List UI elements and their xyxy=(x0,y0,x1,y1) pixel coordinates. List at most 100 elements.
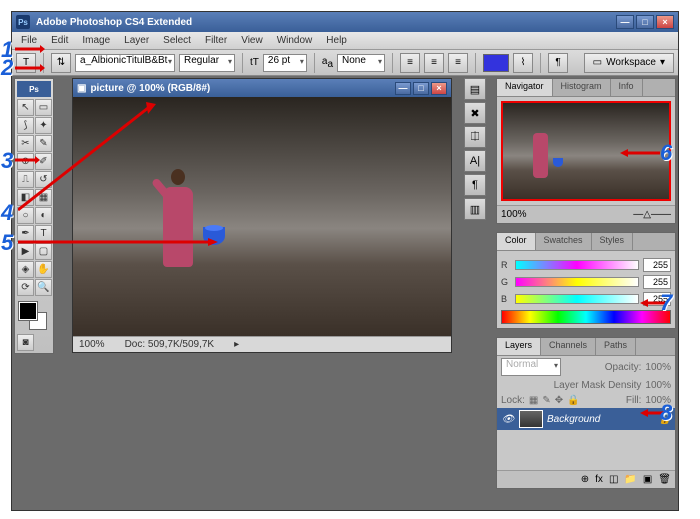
brushes-icon[interactable]: ⎅ xyxy=(464,126,486,148)
g-label: G xyxy=(501,277,511,287)
tab-swatches[interactable]: Swatches xyxy=(536,233,592,250)
ps-logo-icon: Ps xyxy=(16,15,30,29)
callout-5: 5 xyxy=(1,230,13,256)
antialias-select[interactable]: None xyxy=(337,54,385,72)
delete-layer-icon[interactable]: 🗑 xyxy=(658,474,671,485)
color-spectrum[interactable] xyxy=(501,310,671,324)
tools-preset-icon[interactable]: ✖ xyxy=(464,102,486,124)
doc-maximize-button[interactable]: □ xyxy=(413,82,429,95)
doc-close-button[interactable]: × xyxy=(431,82,447,95)
char-panel-icon[interactable]: ¶ xyxy=(548,53,568,73)
lock-all-icon[interactable]: 🔒 xyxy=(567,395,579,406)
tab-histogram[interactable]: Histogram xyxy=(553,79,611,96)
separator xyxy=(314,53,315,73)
minimize-button[interactable]: — xyxy=(616,15,634,29)
color-panel: Color Swatches Styles R G xyxy=(496,232,676,329)
font-style-select[interactable]: Regular xyxy=(179,54,235,72)
menu-filter[interactable]: Filter xyxy=(198,33,234,48)
align-right-icon[interactable]: ≡ xyxy=(448,53,468,73)
font-size-select[interactable]: 26 pt xyxy=(263,54,307,72)
menu-select[interactable]: Select xyxy=(156,33,198,48)
font-family-select[interactable]: a_AlbionicTitulB&Bt xyxy=(75,54,175,72)
g-value[interactable] xyxy=(643,275,671,289)
r-slider[interactable] xyxy=(515,260,639,270)
fill-label: Fill: xyxy=(626,395,642,406)
link-layers-icon[interactable]: ⊕ xyxy=(581,474,589,485)
chevron-down-icon: ▾ xyxy=(660,57,665,68)
align-left-icon[interactable]: ≡ xyxy=(400,53,420,73)
arrow-2 xyxy=(15,63,45,73)
align-center-icon[interactable]: ≡ xyxy=(424,53,444,73)
tools-header-icon[interactable]: Ps xyxy=(17,81,51,97)
nav-zoom[interactable]: 100% xyxy=(501,209,527,220)
menu-help[interactable]: Help xyxy=(319,33,354,48)
workspace-button[interactable]: ▭ Workspace ▾ xyxy=(584,53,674,73)
new-layer-icon[interactable]: ▣ xyxy=(643,474,652,485)
text-color-swatch[interactable] xyxy=(483,54,509,72)
workspace-label: Workspace xyxy=(606,57,656,68)
density-value[interactable]: 100% xyxy=(645,380,671,391)
layers-empty-area xyxy=(497,430,675,470)
tool-presets-icon[interactable]: ▥ xyxy=(464,198,486,220)
foreground-color-swatch[interactable] xyxy=(19,302,37,320)
callout-6: 6 xyxy=(660,140,672,166)
menu-image[interactable]: Image xyxy=(75,33,117,48)
document-titlebar[interactable]: ▣ picture @ 100% (RGB/8#) — □ × xyxy=(73,79,451,97)
layer-thumbnail[interactable] xyxy=(519,410,543,428)
chevron-right-icon[interactable]: ▸ xyxy=(234,339,239,350)
menu-window[interactable]: Window xyxy=(270,33,320,48)
options-bar: T ⇅ a_AlbionicTitulB&Bt Regular tT 26 pt… xyxy=(12,50,678,76)
r-value[interactable] xyxy=(643,258,671,272)
lock-position-icon[interactable]: ✥ xyxy=(555,395,563,406)
separator xyxy=(242,53,243,73)
menu-layer[interactable]: Layer xyxy=(117,33,156,48)
doc-minimize-button[interactable]: — xyxy=(395,82,411,95)
rotate-tool[interactable]: ⟳ xyxy=(17,279,34,296)
hand-tool[interactable]: ✋ xyxy=(35,261,52,278)
tab-paths[interactable]: Paths xyxy=(596,338,636,355)
visibility-eye-icon[interactable]: 👁 xyxy=(501,412,515,426)
size-icon: tT xyxy=(250,57,259,68)
3d-tool[interactable]: ◈ xyxy=(17,261,34,278)
g-slider[interactable] xyxy=(515,277,639,287)
zoom-tool[interactable]: 🔍 xyxy=(35,279,52,296)
tab-channels[interactable]: Channels xyxy=(541,338,596,355)
tab-navigator[interactable]: Navigator xyxy=(497,79,553,96)
color-swatches xyxy=(17,300,51,330)
r-label: R xyxy=(501,260,511,270)
density-label: Layer Mask Density xyxy=(554,380,642,391)
menu-edit[interactable]: Edit xyxy=(44,33,75,48)
warp-text-icon[interactable]: ⌇ xyxy=(513,53,533,73)
zoom-level[interactable]: 100% xyxy=(79,339,105,350)
lock-transparency-icon[interactable]: ▦ xyxy=(529,395,538,406)
layer-style-icon[interactable]: fx xyxy=(595,474,603,485)
arrange-icon[interactable]: ▤ xyxy=(464,78,486,100)
layer-mask-icon[interactable]: ◫ xyxy=(609,474,618,485)
tab-styles[interactable]: Styles xyxy=(592,233,634,250)
screen-mode-icon: ▭ xyxy=(593,57,602,68)
quickmask-tool[interactable]: ◙ xyxy=(17,334,34,351)
lock-label: Lock: xyxy=(501,395,525,406)
opacity-value[interactable]: 100% xyxy=(645,362,671,373)
maximize-button[interactable]: □ xyxy=(636,15,654,29)
tab-info[interactable]: Info xyxy=(611,79,643,96)
paragraph-icon[interactable]: ¶ xyxy=(464,174,486,196)
new-group-icon[interactable]: 📁 xyxy=(624,474,636,485)
character-icon[interactable]: A| xyxy=(464,150,486,172)
b-label: B xyxy=(501,294,511,304)
close-button[interactable]: × xyxy=(656,15,674,29)
zoom-slider[interactable]: —△—— xyxy=(633,209,671,220)
menu-view[interactable]: View xyxy=(234,33,270,48)
arrow-4 xyxy=(18,100,158,215)
tab-color[interactable]: Color xyxy=(497,233,536,250)
doc-size: Doc: 509,7K/509,7K xyxy=(125,339,215,350)
figure-person xyxy=(153,157,203,277)
lock-pixels-icon[interactable]: ✎ xyxy=(542,395,550,406)
orientation-icon[interactable]: ⇅ xyxy=(51,53,71,73)
collapsed-panel-dock: ▤ ✖ ⎅ A| ¶ ▥ xyxy=(464,78,486,220)
callout-2: 2 xyxy=(1,55,13,81)
tab-layers[interactable]: Layers xyxy=(497,338,541,355)
blend-mode-select[interactable]: Normal xyxy=(501,358,561,376)
arrow-1 xyxy=(15,44,45,54)
b-slider[interactable] xyxy=(515,294,639,304)
